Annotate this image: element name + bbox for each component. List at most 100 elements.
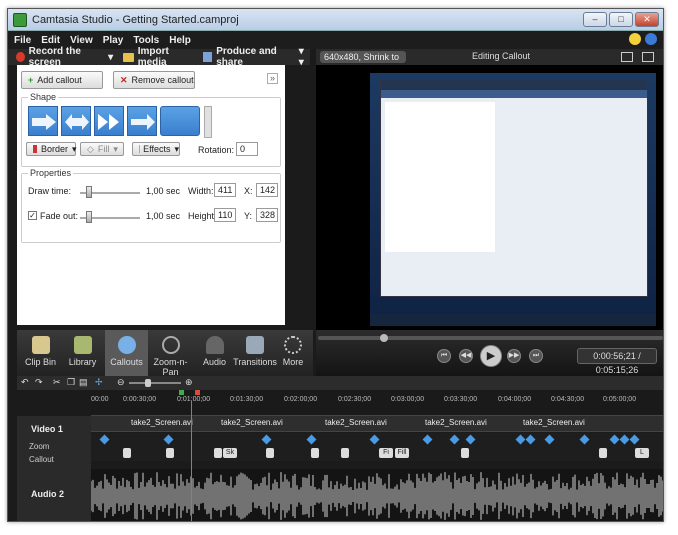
cut-icon[interactable]: ✂ [53, 378, 62, 387]
zoom-in-icon[interactable]: ⊕ [185, 378, 194, 387]
task-clip-bin[interactable]: Clip Bin [19, 330, 62, 376]
tip-bulb-icon[interactable] [629, 33, 641, 45]
redo-icon[interactable]: ↷ [35, 378, 44, 387]
fade-out-checkbox[interactable]: ✓ [28, 211, 37, 220]
clip-label: take2_Screen.avi [425, 418, 487, 427]
zoom-keyframe[interactable] [609, 434, 620, 445]
task-transitions[interactable]: Transitions [229, 330, 281, 376]
menu-play[interactable]: Play [103, 35, 124, 46]
close-button[interactable]: ✕ [635, 12, 659, 27]
scrubber-thumb[interactable] [380, 334, 388, 342]
video-preview[interactable] [316, 65, 663, 330]
fill-button[interactable]: ◇ Fill ▾ [80, 142, 124, 156]
callout-marker[interactable] [341, 448, 349, 458]
height-input[interactable]: 110 [214, 208, 236, 222]
task-library[interactable]: Library [61, 330, 104, 376]
shape-arrow-double[interactable] [61, 106, 91, 136]
zoom-keyframe[interactable] [422, 434, 433, 445]
zoom-keyframe[interactable] [449, 434, 460, 445]
callout-marker[interactable] [311, 448, 319, 458]
collapse-chevron-icon[interactable]: » [267, 73, 278, 84]
callout-marker[interactable] [214, 448, 222, 458]
callout-marker-l[interactable]: L [635, 448, 649, 458]
zoom-keyframe[interactable] [525, 434, 536, 445]
remove-callout-button[interactable]: ✕ Remove callout [113, 71, 195, 89]
border-button[interactable]: Border ▾ [26, 142, 77, 156]
timeline-playhead[interactable] [191, 401, 192, 521]
remove-icon: ✕ [120, 74, 128, 85]
audio-track[interactable] [91, 469, 663, 521]
video-track[interactable]: take2_Screen.avi take2_Screen.avi take2_… [91, 416, 663, 432]
play-button[interactable]: ▶ [480, 345, 502, 367]
ruler-tick: 0:04:30;00 [551, 396, 585, 403]
menu-view[interactable]: View [70, 35, 93, 46]
fade-out-slider-thumb[interactable] [86, 211, 92, 223]
menu-file[interactable]: File [14, 35, 31, 46]
add-callout-button[interactable]: + Add callout [21, 71, 103, 89]
shape-gallery-scrollbar[interactable] [204, 106, 212, 138]
callout-track[interactable]: Sk Fi Fill L [91, 446, 663, 461]
timeline-ruler[interactable]: 00:00 0:00:30;00 0:01:00;00 0:01:30;00 0… [91, 390, 663, 416]
clip-label: take2_Screen.avi [131, 418, 193, 427]
preview-size-select[interactable]: 640x480, Shrink to fit ▾ [320, 51, 406, 74]
callout-marker-fill[interactable]: Fill [395, 448, 409, 458]
undo-icon[interactable]: ↶ [21, 378, 30, 387]
shape-arrow-pointer[interactable] [127, 106, 157, 136]
help-icon[interactable] [645, 33, 657, 45]
paste-icon[interactable]: ▤ [79, 378, 88, 387]
x-input[interactable]: 142 [256, 183, 278, 197]
menu-tools[interactable]: Tools [133, 35, 159, 46]
timeline-zoom-slider[interactable] [129, 382, 181, 384]
callout-marker-fi[interactable]: Fi [379, 448, 393, 458]
fullscreen-icon[interactable] [621, 52, 633, 62]
selection-end-marker[interactable] [195, 390, 200, 395]
rewind-button[interactable]: ◀◀ [459, 349, 473, 363]
zoom-keyframe[interactable] [163, 434, 174, 445]
y-input[interactable]: 328 [256, 208, 278, 222]
detach-preview-icon[interactable] [642, 52, 654, 62]
rotation-input[interactable]: 0 [236, 142, 258, 156]
maximize-button[interactable]: □ [609, 12, 633, 27]
task-zoom-n-pan[interactable]: Zoom-n-Pan [149, 330, 192, 377]
zoom-keyframe[interactable] [579, 434, 590, 445]
menu-help[interactable]: Help [169, 35, 191, 46]
callout-marker[interactable] [599, 448, 607, 458]
zoom-keyframe[interactable] [544, 434, 555, 445]
zoom-keyframe[interactable] [619, 434, 630, 445]
menu-edit[interactable]: Edit [41, 35, 60, 46]
selection-start-marker[interactable] [179, 390, 184, 395]
copy-icon[interactable]: ❐ [67, 378, 76, 387]
minimize-button[interactable]: – [583, 12, 607, 27]
callout-marker[interactable] [461, 448, 469, 458]
task-callouts[interactable]: Callouts [105, 330, 148, 376]
previous-clip-button[interactable]: ⏮ [437, 349, 451, 363]
effects-button[interactable]: Effects ▾ [132, 142, 180, 156]
preview-screen-image [370, 73, 656, 326]
zoom-keyframe[interactable] [369, 434, 380, 445]
callout-marker-sk[interactable]: Sk [223, 448, 237, 458]
zoom-out-icon[interactable]: ⊖ [117, 378, 126, 387]
width-input[interactable]: 411 [214, 183, 236, 197]
callout-marker[interactable] [266, 448, 274, 458]
shape-arrow-right[interactable] [28, 106, 58, 136]
zoom-track[interactable] [91, 433, 663, 446]
draw-time-slider-thumb[interactable] [86, 186, 92, 198]
shape-rectangle[interactable] [160, 106, 200, 136]
task-tabs: Clip Bin Library Callouts Zoom-n-Pan Aud… [17, 330, 313, 377]
timeline-zoom-thumb[interactable] [145, 379, 151, 387]
next-clip-button[interactable]: ⏭ [529, 349, 543, 363]
task-more[interactable]: More [275, 330, 311, 376]
playback-scrubber[interactable] [318, 336, 663, 340]
callout-marker[interactable] [166, 448, 174, 458]
shape-arrow-chevron[interactable] [94, 106, 124, 136]
zoom-keyframe[interactable] [306, 434, 317, 445]
split-icon[interactable]: ✢ [95, 378, 104, 387]
zoom-keyframe[interactable] [515, 434, 526, 445]
zoom-keyframe[interactable] [629, 434, 640, 445]
callout-marker[interactable] [123, 448, 131, 458]
fast-forward-button[interactable]: ▶▶ [507, 349, 521, 363]
produce-icon [202, 52, 213, 62]
zoom-keyframe[interactable] [465, 434, 476, 445]
zoom-keyframe[interactable] [261, 434, 272, 445]
zoom-keyframe[interactable] [99, 434, 110, 445]
